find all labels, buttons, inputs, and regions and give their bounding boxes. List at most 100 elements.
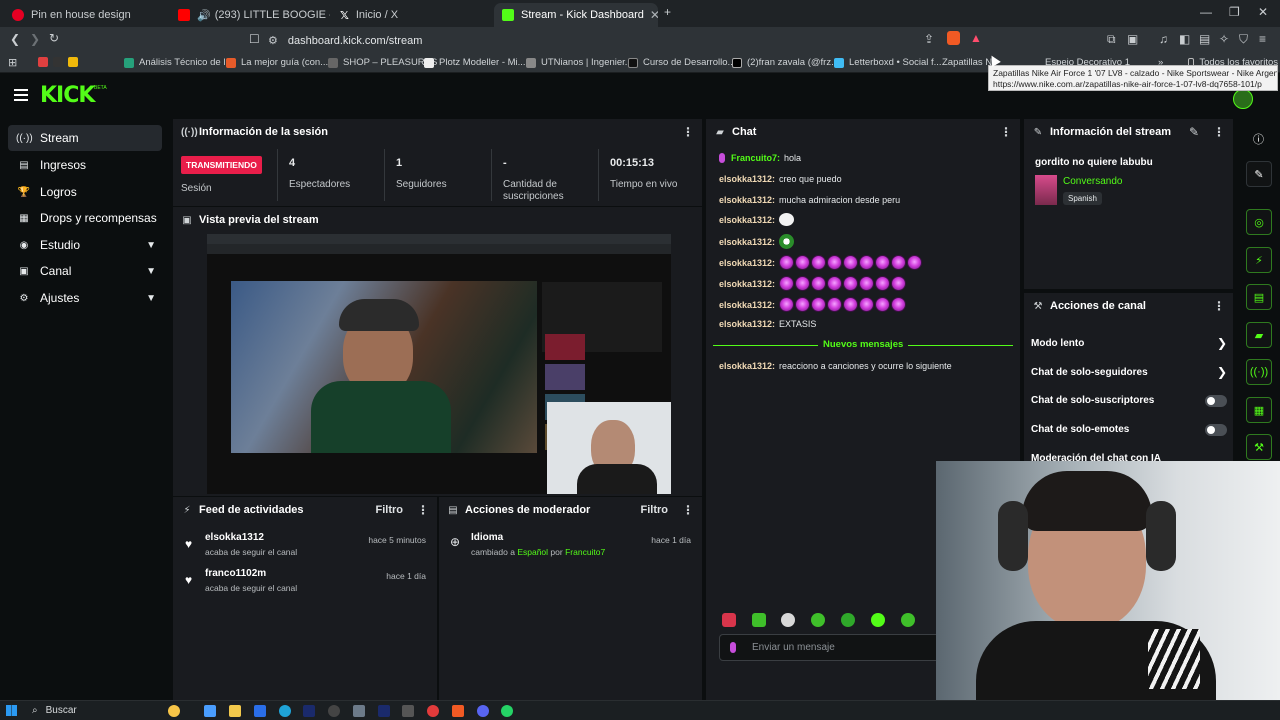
emotes-only-toggle[interactable] — [1205, 424, 1227, 436]
leo-icon[interactable]: ✧ — [1219, 32, 1229, 46]
close-tab-icon[interactable]: ✕ — [644, 8, 658, 22]
premiere-2-icon[interactable] — [378, 705, 390, 717]
chat-rail-icon[interactable]: ▰ — [1246, 322, 1272, 348]
avatar[interactable] — [1233, 89, 1253, 109]
extensions-icon[interactable]: ⧉ — [1107, 32, 1116, 47]
brave-shield-icon[interactable] — [947, 31, 960, 45]
nav-stream[interactable]: ((·)) Stream — [8, 125, 162, 151]
wallet-2-icon[interactable]: ▤ — [1199, 32, 1210, 46]
more-options-icon[interactable]: ⋮ — [682, 125, 694, 139]
chat-username[interactable]: elsokka1312: — [719, 195, 775, 205]
nav-ingresos[interactable]: ▤ Ingresos — [8, 152, 162, 178]
bookmark-icon[interactable]: ☐ — [249, 32, 260, 46]
nav-estudio[interactable]: ◉ Estudio ▼ — [8, 232, 162, 258]
emote-quick-icon[interactable] — [752, 613, 766, 627]
subscribers-only-toggle[interactable] — [1205, 395, 1227, 407]
discord-icon[interactable] — [477, 705, 489, 717]
nav-ajustes[interactable]: ⚙ Ajustes ▼ — [8, 285, 162, 311]
chat-username[interactable]: elsokka1312: — [719, 300, 775, 310]
premiere-icon[interactable] — [303, 705, 315, 717]
nav-drops[interactable]: ▦ Drops y recompensas — [8, 205, 162, 231]
sidebar-icon[interactable]: ◧ — [1179, 32, 1190, 46]
edge-icon[interactable] — [279, 705, 291, 717]
edit-rail-icon[interactable]: ✎ — [1246, 161, 1272, 187]
category-thumbnail[interactable] — [1035, 175, 1057, 205]
whatsapp-icon[interactable] — [501, 705, 513, 717]
feed-user[interactable]: franco1102m — [205, 568, 266, 579]
wallet-icon[interactable]: ▣ — [1127, 32, 1138, 46]
url-field[interactable]: ⚙ dashboard.kick.com/stream — [268, 30, 988, 51]
app-icon[interactable] — [353, 705, 365, 717]
maximize-icon[interactable]: ❐ — [1229, 5, 1240, 19]
edit-icon[interactable]: ✎ — [1189, 125, 1199, 139]
more-options-icon[interactable]: ⋮ — [1000, 125, 1012, 139]
close-window-icon[interactable]: ✕ — [1258, 5, 1268, 19]
followers-only-row[interactable]: Chat de solo-seguidores ❯ — [1031, 365, 1227, 379]
store-icon[interactable] — [254, 705, 266, 717]
chat-username[interactable]: elsokka1312: — [719, 361, 775, 371]
chat-username[interactable]: Francuito7: — [731, 153, 780, 163]
browser-tab-kick[interactable]: Stream - Kick Dashboard ✕ — [494, 3, 658, 27]
wrench-rail-icon[interactable]: ⚒ — [1246, 434, 1272, 460]
browser-tab-youtube[interactable]: 🔊 (293) LITTLE BOOGIE - LOS DEL B — [170, 3, 330, 27]
copilot-app-icon[interactable] — [204, 705, 216, 717]
camera-rail-icon[interactable]: ◎ — [1246, 209, 1272, 235]
nav-canal[interactable]: ▣ Canal ▼ — [8, 258, 162, 284]
emote-quick-icon[interactable] — [901, 613, 915, 627]
chat-username[interactable]: elsokka1312: — [719, 237, 775, 247]
emote-quick-icon[interactable] — [811, 613, 825, 627]
minimize-icon[interactable]: — — [1200, 5, 1212, 19]
new-tab-icon[interactable]: + — [664, 5, 671, 19]
copilot-icon[interactable] — [168, 705, 180, 717]
browser-tab-pinterest[interactable]: Pin en house design — [4, 3, 170, 27]
chat-username[interactable]: elsokka1312: — [719, 319, 775, 329]
bookmark-item[interactable]: UTNianos | Ingenier... — [526, 57, 633, 68]
bookmark-item[interactable]: Análisis Técnico de l... — [124, 57, 233, 68]
bookmark-item[interactable]: Plotz Modeller - Mi... — [424, 57, 526, 68]
back-icon[interactable]: ❮ — [10, 32, 20, 46]
filter-button[interactable]: Filtro — [376, 504, 404, 516]
app-2-icon[interactable] — [402, 705, 414, 717]
more-options-icon[interactable]: ⋮ — [1213, 299, 1225, 313]
bookmark-item[interactable]: (2)fran zavala (@frz... — [732, 57, 839, 68]
media-icon[interactable]: ♫ — [1159, 32, 1168, 46]
info-icon[interactable]: ⓘ — [1253, 131, 1264, 147]
file-explorer-icon[interactable] — [229, 705, 241, 717]
menu-icon[interactable]: ≡ — [1259, 32, 1266, 46]
vpn-icon[interactable]: ⛉ — [1239, 32, 1248, 47]
nav-logros[interactable]: 🏆 Logros — [8, 179, 162, 205]
windows-start-icon[interactable] — [6, 705, 17, 716]
moderator-rail-icon[interactable]: ▦ — [1246, 397, 1272, 423]
forward-icon[interactable]: ❯ — [30, 32, 40, 46]
hamburger-menu-icon[interactable] — [14, 89, 28, 101]
category-name[interactable]: Conversando — [1063, 176, 1122, 187]
bookmark-item[interactable]: Letterboxd • Social f... — [834, 57, 942, 68]
kick-logo[interactable]: KICK — [40, 83, 95, 108]
lightning-rail-icon[interactable]: ⚡ — [1246, 247, 1272, 273]
feed-user[interactable]: elsokka1312 — [205, 532, 264, 543]
bookmark-icons-group[interactable] — [38, 57, 83, 67]
slow-mode-row[interactable]: Modo lento ❯ — [1031, 336, 1227, 350]
bookmark-item[interactable]: SHOP – PLEASURES — [328, 57, 437, 68]
broadcast-rail-icon[interactable]: ((·)) — [1246, 359, 1272, 385]
emote-quick-icon[interactable] — [871, 613, 885, 627]
chat-username[interactable]: elsokka1312: — [719, 258, 775, 268]
share-icon[interactable]: ⇪ — [924, 32, 934, 46]
browser-tab-x[interactable]: 𝕏 Inicio / X — [332, 3, 492, 27]
chat-username[interactable]: elsokka1312: — [719, 174, 775, 184]
chat-username[interactable]: elsokka1312: — [719, 279, 775, 289]
brave-rewards-icon[interactable]: ▲ — [970, 31, 982, 45]
filter-button[interactable]: Filtro — [641, 504, 669, 516]
obs-icon[interactable] — [328, 705, 340, 717]
emote-quick-icon[interactable] — [781, 613, 795, 627]
bookmark-item[interactable]: Curso de Desarrollo... — [628, 57, 735, 68]
mod-action-user[interactable]: Francuito7 — [565, 547, 605, 557]
emote-quick-icon[interactable] — [722, 613, 736, 627]
bookmark-item[interactable]: La mejor guía (con... — [226, 57, 328, 68]
more-options-icon[interactable]: ⋮ — [1213, 125, 1225, 139]
record-icon[interactable] — [427, 705, 439, 717]
reload-icon[interactable]: ↻ — [49, 31, 59, 45]
chat-username[interactable]: elsokka1312: — [719, 215, 775, 225]
more-options-icon[interactable]: ⋮ — [682, 503, 694, 517]
emote-quick-icon[interactable] — [841, 613, 855, 627]
